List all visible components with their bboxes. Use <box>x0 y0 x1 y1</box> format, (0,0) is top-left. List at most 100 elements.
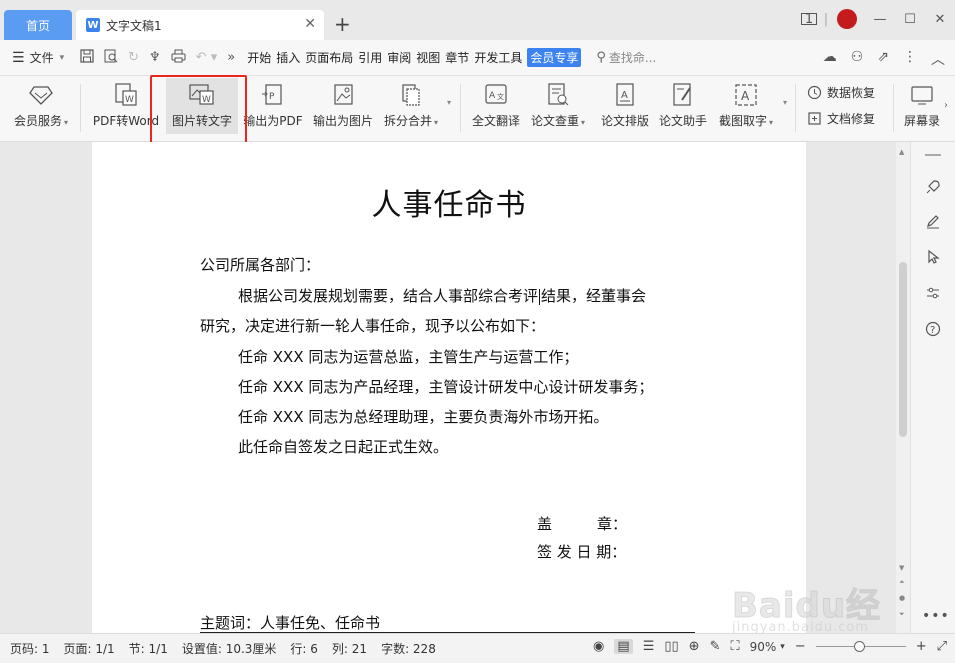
doc-sign-date: 签 发 日 期： <box>537 543 627 561</box>
export-pdf-button[interactable]: P 输出为PDF <box>240 76 306 142</box>
outline-view-icon[interactable]: ☰ <box>643 639 655 654</box>
tab-insert[interactable]: 插入 <box>276 49 300 66</box>
minimize-icon[interactable]: — <box>865 6 895 32</box>
print-icon[interactable] <box>171 49 186 67</box>
tab-bar: 首页 W 文字文稿1 ✕ + 1 | — ☐ ✕ <box>0 0 955 40</box>
fullscreen-icon[interactable]: ⤢ <box>937 639 947 654</box>
zoom-in-button[interactable]: + <box>916 639 927 654</box>
paper-layout-label: 论文排版 <box>600 114 649 128</box>
paper-layout-button[interactable]: A 论文排版 <box>596 76 654 142</box>
write-mode-icon[interactable]: ✎ <box>710 639 721 654</box>
scrollbar-thumb[interactable] <box>899 262 907 437</box>
export-pdf-icon: P <box>259 82 287 108</box>
vertical-scrollbar[interactable]: ▲ ▼ ⏶ ● ⏷ <box>896 142 910 633</box>
cloud-sync-icon[interactable]: ☁ <box>823 49 837 69</box>
split-merge-button[interactable]: 拆分合并 ▾ <box>380 76 442 142</box>
document-page[interactable]: 人事任命书 公司所属各部门： 根据公司发展规划需要，结合人事部综合考评 结果，经董… <box>92 142 806 633</box>
tab-home-label: 首页 <box>25 18 50 33</box>
svg-text:W: W <box>202 95 211 105</box>
save-icon[interactable] <box>80 48 94 67</box>
scroll-up-icon[interactable]: ▲ <box>899 148 904 156</box>
format-painter-icon[interactable]: ♆ <box>149 50 161 65</box>
more-dots-icon[interactable]: ⋮ <box>903 49 917 69</box>
export-image-button[interactable]: 输出为图片 <box>310 76 376 142</box>
web-view-icon[interactable]: ⊕ <box>689 639 700 654</box>
paper-check-button[interactable]: 论文查重 ▾ <box>526 76 590 142</box>
chevron-down-icon: ▾ <box>59 52 65 63</box>
recovery-icon <box>806 85 822 101</box>
tab-page-layout[interactable]: 页面布局 <box>305 49 353 66</box>
screenshot-ocr-button[interactable]: A 截图取字 ▾ <box>714 76 778 142</box>
eye-protect-icon[interactable]: ◉ <box>593 639 604 654</box>
image-to-text-button[interactable]: W 图片转文字 <box>166 78 238 134</box>
tab-start[interactable]: 开始 <box>247 49 271 66</box>
zoom-value[interactable]: 90% <box>750 640 777 654</box>
rocket-icon[interactable] <box>922 176 944 198</box>
tab-member-exclusive[interactable]: 会员专享 <box>527 48 582 67</box>
collapse-ribbon-icon[interactable]: ︿ <box>931 49 945 69</box>
member-service-button[interactable]: 会员服务 ▾ <box>8 76 74 142</box>
writer-doc-icon: W <box>86 18 100 32</box>
status-words[interactable]: 字数: 228 <box>381 640 436 657</box>
print-preview-icon[interactable] <box>104 49 118 67</box>
pdf-to-word-button[interactable]: W PDF转Word <box>90 76 162 142</box>
search-icon: ⚲ <box>596 50 606 65</box>
redo-icon[interactable]: ↻ <box>128 50 139 65</box>
tab-chapter[interactable]: 章节 <box>445 49 469 66</box>
doc-repair-button[interactable]: 文档修复 <box>806 110 875 127</box>
pen-icon[interactable] <box>922 210 944 232</box>
doc-effective: 此任命自签发之日起正式生效。 <box>238 438 449 456</box>
user-avatar[interactable] <box>837 9 857 29</box>
drag-handle[interactable] <box>925 154 941 156</box>
tab-reference[interactable]: 引用 <box>358 49 382 66</box>
share-icon[interactable]: ⇗ <box>877 49 889 69</box>
page-view-icon[interactable]: ▤ <box>614 639 633 654</box>
window-close-icon[interactable]: ✕ <box>925 6 955 32</box>
export-pdf-label: 输出为PDF <box>243 114 303 128</box>
split-merge-icon <box>397 82 425 108</box>
command-search[interactable]: ⚲ 查找命... <box>596 49 656 66</box>
tab-document[interactable]: W 文字文稿1 ✕ <box>76 10 324 40</box>
group-expand-icon[interactable]: ▾ <box>783 98 787 107</box>
paper-assistant-icon <box>669 82 697 108</box>
paper-check-label: 论文查重 <box>530 114 579 128</box>
full-translate-button[interactable]: A文 全文翻译 <box>466 76 526 142</box>
screen-record-button[interactable]: 屏幕录 <box>900 76 944 142</box>
tab-view[interactable]: 视图 <box>416 49 440 66</box>
image-to-text-label: 图片转文字 <box>171 114 232 128</box>
export-image-icon <box>329 82 357 108</box>
tab-home[interactable]: 首页 <box>4 10 72 40</box>
sliders-icon[interactable] <box>922 282 944 304</box>
scroll-down-icon[interactable]: ▼ <box>899 564 904 572</box>
doc-item-1: 任命 XXX 同志为运营总监，主管生产与运营工作； <box>238 348 579 366</box>
data-recovery-button[interactable]: 数据恢复 <box>806 84 875 101</box>
zoom-slider[interactable] <box>815 641 906 652</box>
ribbon-separator <box>460 84 461 132</box>
file-menu[interactable]: ☰ 文件 ▾ <box>12 49 64 66</box>
cursor-select-icon[interactable] <box>922 246 944 268</box>
ribbon-separator <box>80 84 81 132</box>
more-dots-icon[interactable]: ••• <box>922 608 950 624</box>
zoom-slider-thumb[interactable] <box>853 641 865 652</box>
collaborate-icon[interactable]: ⚇ <box>851 49 864 69</box>
ribbon-scroll-right-icon[interactable]: › <box>944 100 948 111</box>
zoom-out-button[interactable]: − <box>795 639 806 654</box>
paper-assistant-button[interactable]: 论文助手 <box>654 76 712 142</box>
read-mode-icon[interactable]: ▯▯ <box>664 639 678 654</box>
group-expand-icon[interactable]: ▾ <box>447 98 451 107</box>
zoom-dropdown-icon[interactable]: ▾ <box>780 642 785 652</box>
more-chevron-icon[interactable]: » <box>227 50 235 65</box>
svg-text:?: ? <box>930 325 935 336</box>
help-icon[interactable]: ? <box>922 318 944 340</box>
ribbon-separator <box>893 84 894 132</box>
page-count-icon[interactable]: 1 <box>801 12 817 27</box>
maximize-icon[interactable]: ☐ <box>895 6 925 32</box>
undo-icon[interactable]: ↶ ▾ <box>196 50 218 65</box>
tab-close-icon[interactable]: ✕ <box>304 17 316 31</box>
tab-review[interactable]: 审阅 <box>387 49 411 66</box>
svg-text:P: P <box>269 92 275 102</box>
tab-developer[interactable]: 开发工具 <box>474 49 522 66</box>
doc-seal: 盖 章： <box>537 515 628 533</box>
fit-page-icon[interactable]: ⛶ <box>730 639 739 654</box>
new-tab-button[interactable]: + <box>334 12 351 36</box>
